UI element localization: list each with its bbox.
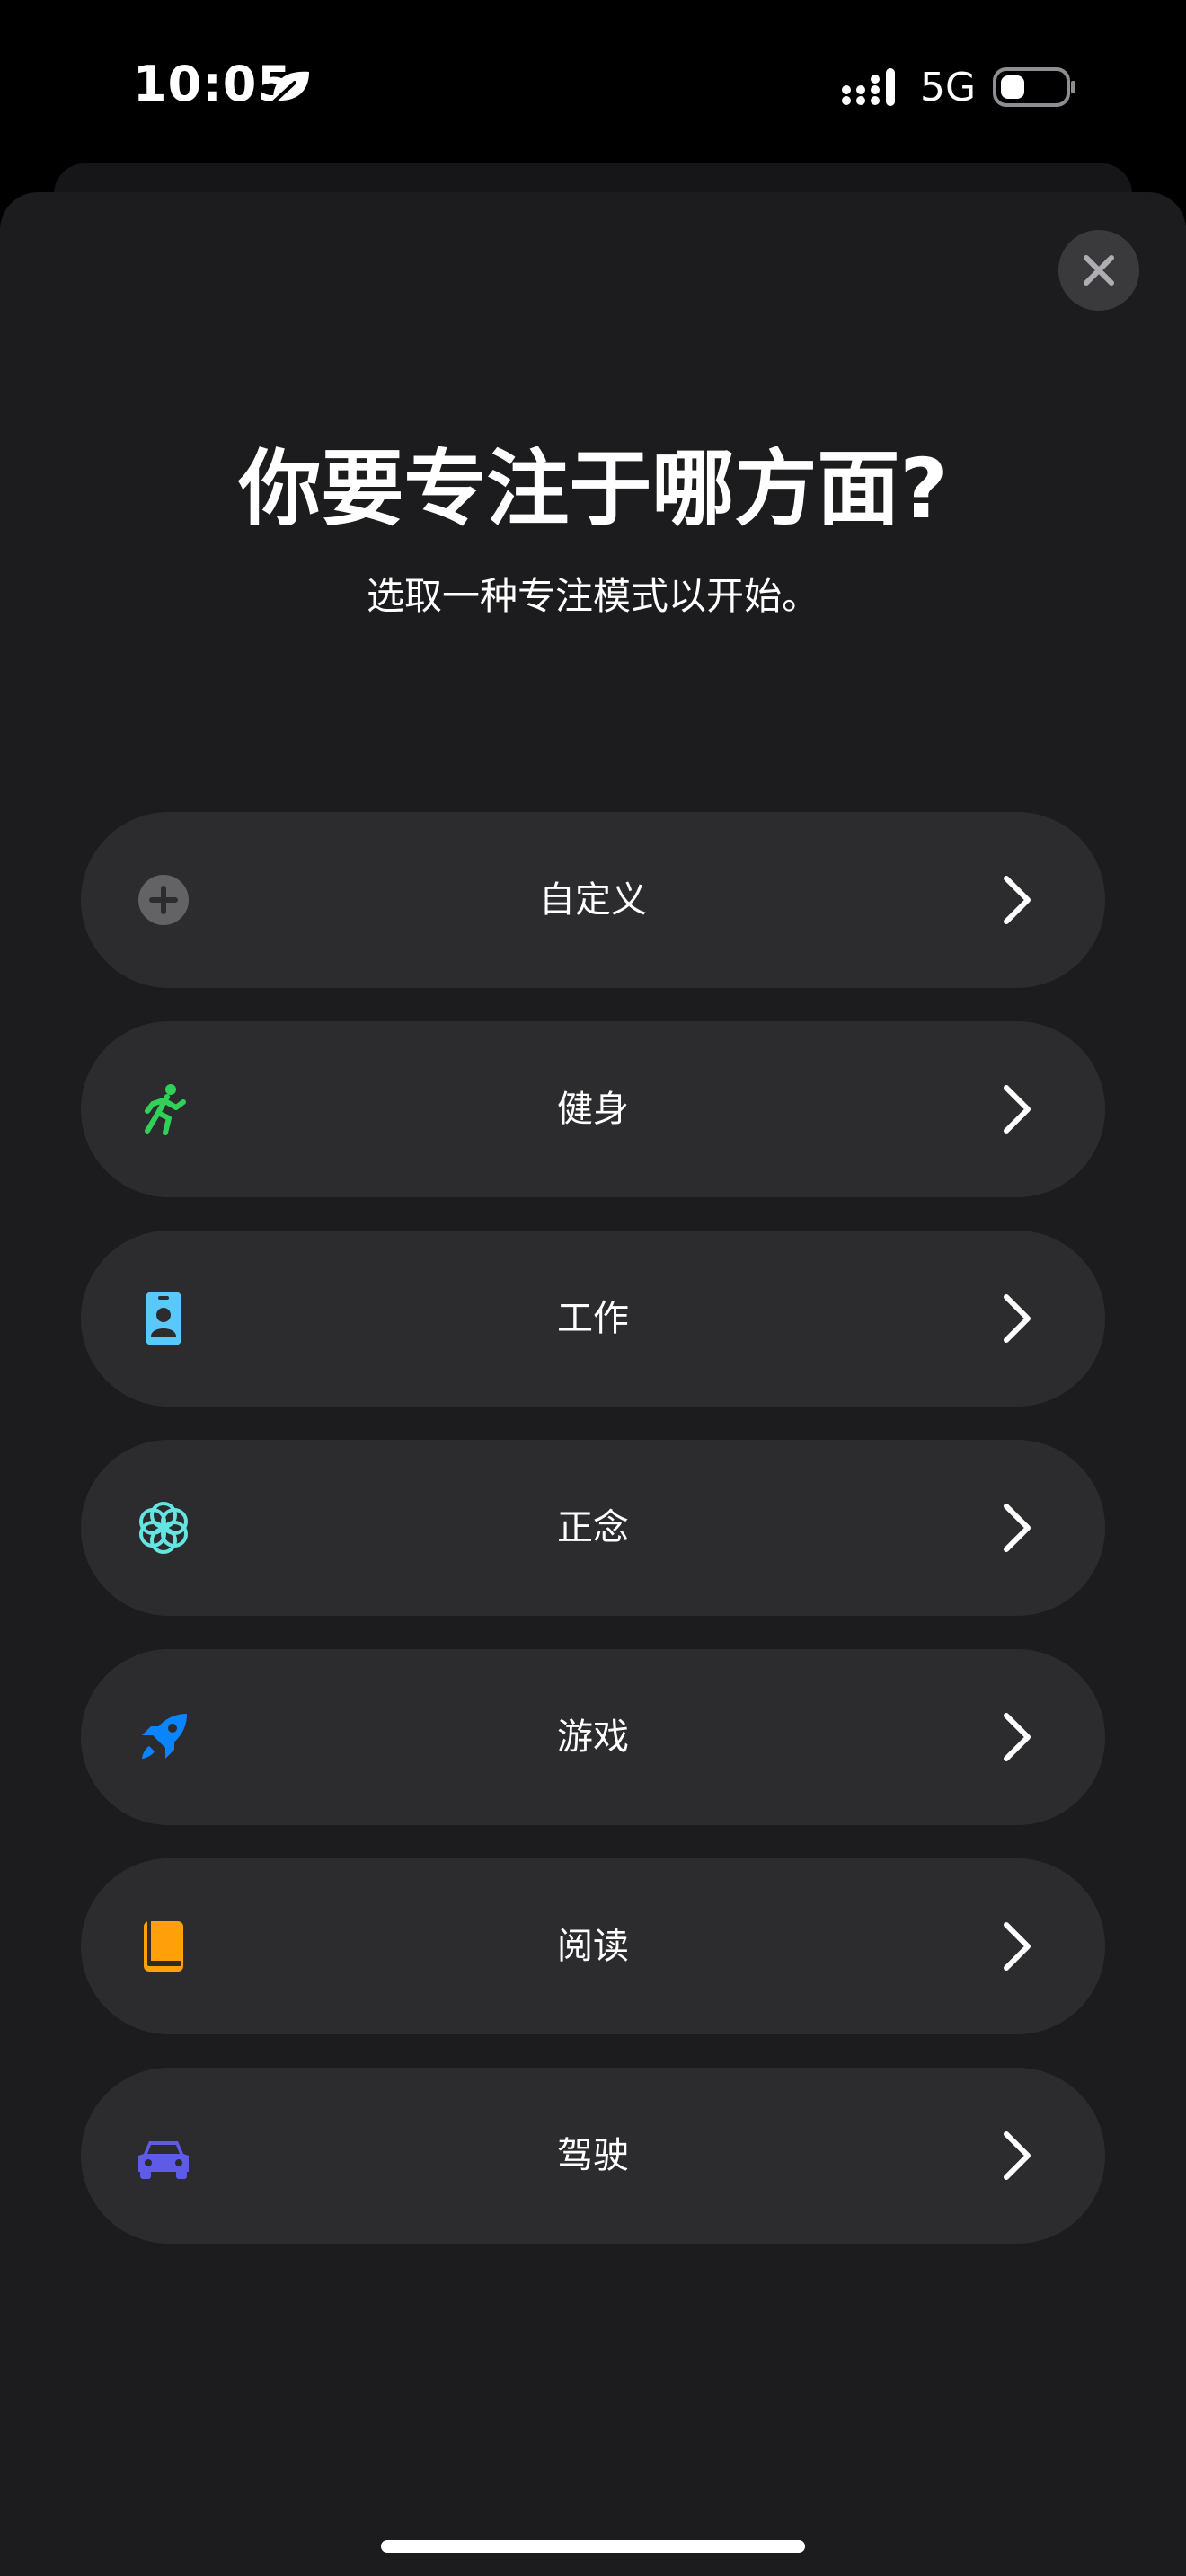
chevron-right-icon (1004, 2131, 1031, 2180)
mode-label: 游戏 (557, 1716, 629, 1758)
chevron-right-icon (1004, 1922, 1031, 1971)
signal-icon (842, 68, 895, 106)
mode-label: 正念 (557, 1507, 629, 1548)
mode-item-fitness[interactable]: 健身 (81, 1021, 1105, 1197)
page-subtitle: 选取一种专注模式以开始。 (366, 574, 819, 618)
chevron-right-icon (1004, 1713, 1031, 1761)
chevron-right-icon (1004, 1504, 1031, 1552)
home-indicator[interactable] (381, 2540, 805, 2553)
mode-label: 工作 (557, 1298, 629, 1339)
leaf-icon (270, 71, 309, 106)
close-icon (1084, 255, 1114, 286)
network-type: 5G (920, 65, 977, 110)
mode-item-work[interactable]: 工作 (81, 1231, 1105, 1407)
mode-label: 阅读 (557, 1926, 629, 1967)
page-title: 你要专注于哪方面? (238, 441, 948, 537)
mode-item-mindfulness[interactable]: 正念 (81, 1440, 1105, 1616)
chevron-right-icon (1004, 1085, 1031, 1134)
mode-label: 自定义 (539, 879, 647, 921)
mode-item-driving[interactable]: 驾驶 (81, 2068, 1105, 2244)
focus-mode-list: 自定义 健身 工作 正念 游戏 阅读 驾驶 (81, 812, 1105, 2277)
chevron-right-icon (1004, 876, 1031, 924)
mode-label: 驾驶 (557, 2135, 629, 2176)
mode-item-gaming[interactable]: 游戏 (81, 1649, 1105, 1825)
mode-item-reading[interactable]: 阅读 (81, 1858, 1105, 2034)
chevron-right-icon (1004, 1294, 1031, 1343)
close-button[interactable] (1058, 230, 1139, 311)
mode-label: 健身 (557, 1089, 629, 1130)
mode-item-custom[interactable]: 自定义 (81, 812, 1105, 988)
battery-icon (993, 67, 1075, 107)
status-bar: 10:05 5G (0, 0, 1186, 171)
